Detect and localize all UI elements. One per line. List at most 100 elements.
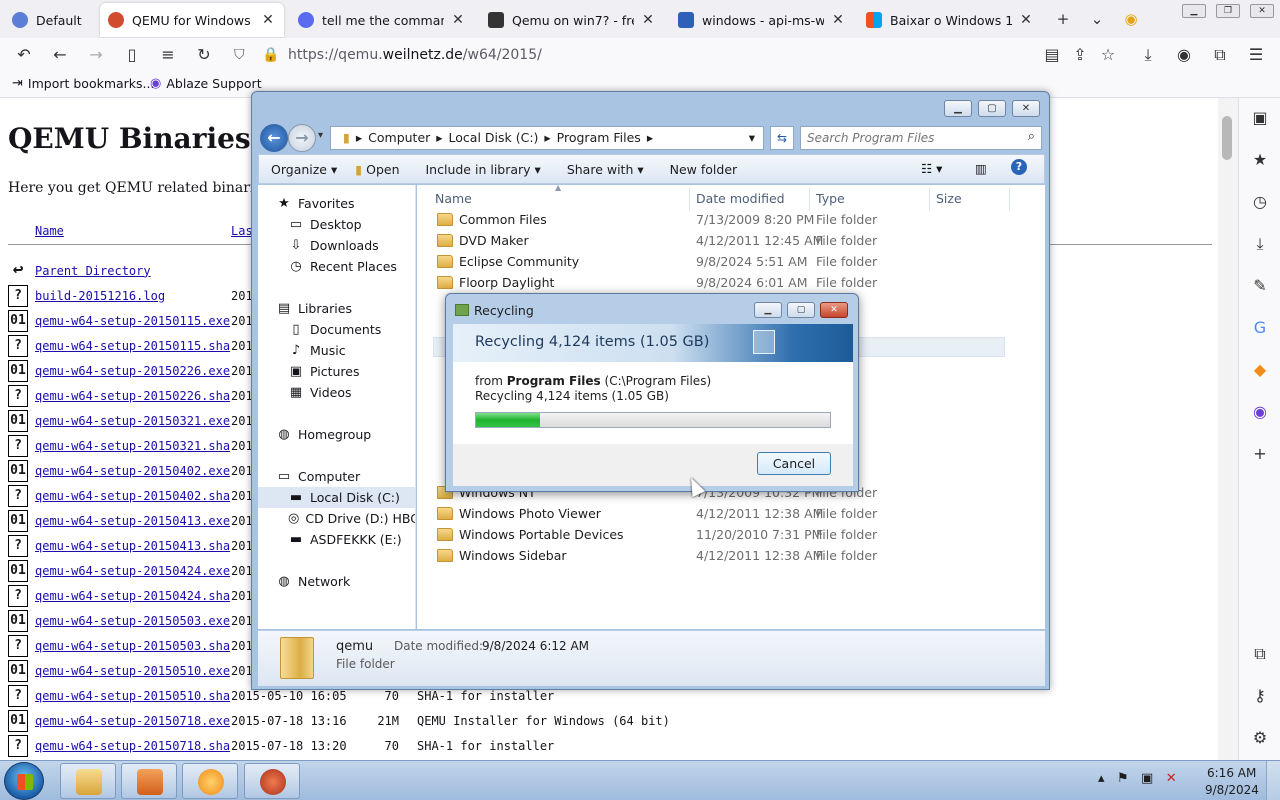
shield-icon[interactable]: ⛉: [234, 42, 245, 68]
explorer-minimize-icon[interactable]: ▁: [944, 100, 972, 117]
start-button[interactable]: [4, 762, 44, 800]
window-close-icon[interactable]: ✕: [1250, 4, 1274, 18]
folder-row[interactable]: Floorp Daylight 9/8/2024 6:01 AM File fold…: [417, 272, 1017, 293]
undo-close-icon[interactable]: ↶: [12, 43, 36, 67]
file-link[interactable]: qemu-w64-setup-20150402.sha: [35, 489, 231, 503]
column-divider[interactable]: [689, 187, 690, 211]
list-tabs-icon[interactable]: ⌄: [1086, 8, 1108, 30]
add-panel-icon[interactable]: +: [1248, 442, 1272, 466]
column-header-date[interactable]: Date modified: [696, 191, 785, 206]
column-header-type[interactable]: Type: [816, 191, 845, 206]
address-dropdown-icon[interactable]: ▾: [749, 127, 755, 149]
settings-gear-icon[interactable]: ⚙: [1248, 726, 1272, 750]
lock-icon[interactable]: 🔒: [262, 42, 279, 68]
floorp-sidebar-icon[interactable]: ◆: [1248, 358, 1272, 382]
file-link[interactable]: qemu-w64-setup-20150510.sha: [35, 689, 231, 703]
tab-windows-api-ms-win[interactable]: windows - api-ms-win-c ✕: [670, 3, 854, 37]
column-header-name[interactable]: Name: [435, 191, 472, 206]
include-in-library-button[interactable]: Include in library ▾: [426, 162, 541, 177]
explorer-close-icon[interactable]: ✕: [1012, 100, 1040, 117]
dialog-maximize-icon[interactable]: ▢: [787, 302, 815, 318]
column-divider[interactable]: [929, 187, 930, 211]
breadcrumb-program-files[interactable]: Program Files: [557, 130, 641, 145]
refresh-icon[interactable]: ⇆: [770, 126, 794, 150]
column-header-size[interactable]: Size: [936, 191, 962, 206]
taskbar-floorp[interactable]: [182, 763, 238, 799]
clock-time[interactable]: 6:16 AM: [1207, 766, 1256, 780]
column-divider[interactable]: [1009, 187, 1010, 211]
bookmark-ablaze-support[interactable]: ◉ Ablaze Support: [150, 76, 262, 91]
new-folder-button[interactable]: New folder: [670, 162, 738, 177]
toolbox-icon[interactable]: ▣: [1248, 106, 1272, 130]
organize-button[interactable]: Organize ▾: [271, 162, 337, 177]
extensions-icon[interactable]: ⧉: [1208, 43, 1232, 67]
forward-arrow-icon[interactable]: →: [288, 124, 316, 152]
window-minimize-icon[interactable]: ▁: [1182, 4, 1206, 18]
taskbar-explorer[interactable]: [60, 763, 116, 799]
sidebar-toggle-icon[interactable]: ▯: [120, 43, 144, 67]
nav-item-favorites[interactable]: ★ Favorites: [258, 193, 415, 214]
help-icon[interactable]: ?: [1011, 159, 1027, 175]
file-link[interactable]: qemu-w64-setup-20150321.exe: [35, 414, 231, 428]
history-icon[interactable]: ◷: [1248, 190, 1272, 214]
downloads-icon[interactable]: ⤓: [1136, 43, 1160, 67]
folder-row[interactable]: DVD Maker 4/12/2011 12:45 AM File folder: [417, 230, 1017, 251]
folder-row[interactable]: Eclipse Community 9/8/2024 5:51 AM File fo…: [417, 251, 1017, 272]
file-link[interactable]: qemu-w64-setup-20150503.exe: [35, 614, 231, 628]
nav-item-libraries[interactable]: ▤ Libraries: [258, 298, 415, 319]
back-arrow-icon[interactable]: ←: [260, 124, 288, 152]
search-input[interactable]: [801, 127, 1011, 149]
clock-date[interactable]: 9/8/2024: [1205, 783, 1259, 797]
nav-item-recent-places[interactable]: ◷ Recent Places: [258, 256, 415, 277]
extensions-panel-icon[interactable]: ⧉: [1248, 642, 1272, 666]
nav-item-desktop[interactable]: ▭ Desktop: [258, 214, 415, 235]
file-link[interactable]: qemu-w64-setup-20150413.exe: [35, 514, 231, 528]
forward-icon[interactable]: →: [84, 43, 108, 67]
close-tab-icon[interactable]: ✕: [830, 12, 846, 28]
file-link[interactable]: qemu-w64-setup-20150115.exe: [35, 314, 231, 328]
tab-qemu-for-windows[interactable]: QEMU for Windows – Ins ✕: [100, 3, 284, 37]
folder-row[interactable]: Common Files 7/13/2009 8:20 PM File folder: [417, 209, 1017, 230]
file-link[interactable]: qemu-w64-setup-20150424.exe: [35, 564, 231, 578]
folder-row[interactable]: Windows Portable Devices 11/20/2010 7:31 …: [417, 524, 1017, 545]
column-name-link[interactable]: Name: [35, 224, 64, 238]
volume-muted-icon[interactable]: ✕: [1166, 771, 1177, 786]
close-tab-icon[interactable]: ✕: [640, 12, 656, 28]
taskbar-qemu[interactable]: [244, 763, 300, 799]
tab-tell-me-the-command[interactable]: tell me the command to ✕: [290, 3, 474, 37]
nav-item-asdfekkk-e[interactable]: ▬ ASDFEKKK (E:): [258, 529, 415, 550]
bookmark-import[interactable]: ⇥ Import bookmarks...: [12, 76, 154, 91]
close-tab-icon[interactable]: ✕: [450, 12, 466, 28]
translate-icon[interactable]: G: [1248, 316, 1272, 340]
recent-pages-icon[interactable]: ▾: [318, 130, 323, 141]
nav-item-pictures[interactable]: ▣ Pictures: [258, 361, 415, 382]
share-with-button[interactable]: Share with ▾: [567, 162, 644, 177]
nav-item-downloads[interactable]: ⇩ Downloads: [258, 235, 415, 256]
preview-pane-icon[interactable]: ▥: [975, 161, 987, 176]
file-link[interactable]: qemu-w64-setup-20150424.sha: [35, 589, 231, 603]
file-link[interactable]: qemu-w64-setup-20150321.sha: [35, 439, 231, 453]
file-link[interactable]: qemu-w64-setup-20150413.sha: [35, 539, 231, 553]
address-bar[interactable]: ▮ ▸ Computer ▸ Local Disk (C:) ▸ Program…: [330, 126, 764, 150]
nav-item-local-disk-c[interactable]: ▬ Local Disk (C:): [258, 487, 415, 508]
back-icon[interactable]: ←: [48, 43, 72, 67]
dialog-close-icon[interactable]: ✕: [820, 302, 848, 318]
close-tab-icon[interactable]: ✕: [260, 12, 276, 28]
url-bar[interactable]: ⛉ 🔒 https://qemu.weilnetz.de/w64/2015/: [230, 42, 1030, 68]
notes-icon[interactable]: ✎: [1248, 274, 1272, 298]
parent-directory-link[interactable]: Parent Directory: [35, 264, 231, 278]
file-link[interactable]: qemu-w64-setup-20150402.exe: [35, 464, 231, 478]
sidebar-downloads-icon[interactable]: ⤓: [1248, 232, 1272, 256]
explorer-maximize-icon[interactable]: ▢: [978, 100, 1006, 117]
nav-item-videos[interactable]: ▦ Videos: [258, 382, 415, 403]
file-link[interactable]: qemu-w64-setup-20150718.sha: [35, 739, 231, 753]
tab-qemu-on-win7[interactable]: Qemu on win7? - freeba ✕: [480, 3, 664, 37]
cancel-button[interactable]: Cancel: [757, 452, 831, 475]
close-tab-icon[interactable]: ✕: [1018, 12, 1034, 28]
reader-view-icon[interactable]: ▤: [1040, 43, 1064, 67]
nav-item-cd-drive-d-hbcd[interactable]: ◎ CD Drive (D:) HBCD_: [258, 508, 415, 529]
nav-item-computer[interactable]: ▭ Computer: [258, 466, 415, 487]
account-icon[interactable]: ◉: [1172, 43, 1196, 67]
folder-row[interactable]: Windows Sidebar 4/12/2011 12:38 AM File fo…: [417, 545, 1017, 566]
scrollbar-thumb[interactable]: [1222, 116, 1232, 160]
